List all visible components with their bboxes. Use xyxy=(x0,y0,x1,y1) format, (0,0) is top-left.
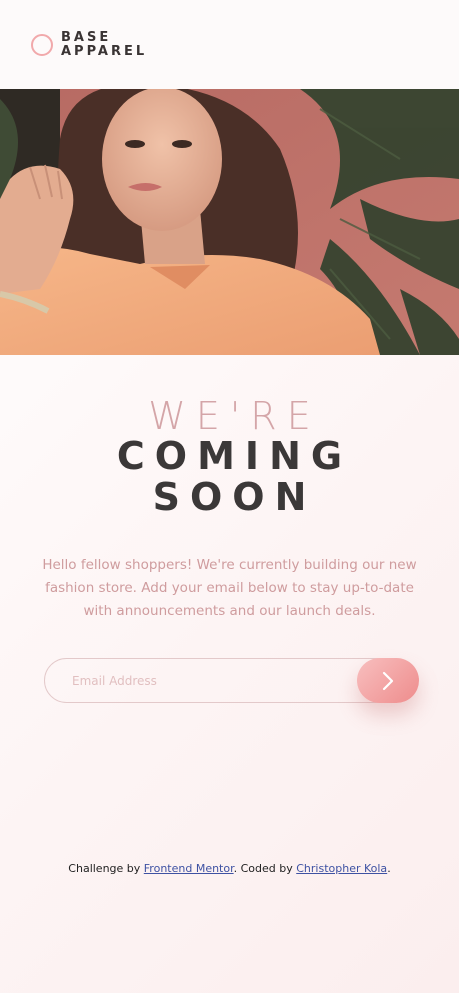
attribution-middle: . Coded by xyxy=(233,862,297,875)
attribution: Challenge by Frontend Mentor. Coded by C… xyxy=(0,862,459,875)
logo-circle-icon xyxy=(31,34,53,56)
subscribe-form xyxy=(44,658,419,703)
frontend-mentor-link[interactable]: Frontend Mentor xyxy=(144,862,234,875)
attribution-suffix: . xyxy=(387,862,391,875)
hero-image xyxy=(0,89,459,355)
author-link[interactable]: Christopher Kola xyxy=(296,862,387,875)
logo-text: BASE APPAREL xyxy=(61,31,147,59)
site-header: BASE APPAREL xyxy=(0,0,459,89)
logo-line-1: BASE xyxy=(61,30,112,45)
headline-line-3: SOON xyxy=(152,475,317,519)
chevron-right-icon xyxy=(382,671,394,690)
page-headline: WE'RE COMING SOON xyxy=(0,396,459,518)
attribution-prefix: Challenge by xyxy=(68,862,144,875)
intro-description: Hello fellow shoppers! We're currently b… xyxy=(42,557,417,619)
headline-line-2: COMING xyxy=(116,434,353,478)
submit-button[interactable] xyxy=(357,658,419,703)
headline-line-1: WE'RE xyxy=(148,394,321,438)
logo-line-2: APPAREL xyxy=(61,44,148,59)
brand-logo[interactable]: BASE APPAREL xyxy=(31,30,147,60)
